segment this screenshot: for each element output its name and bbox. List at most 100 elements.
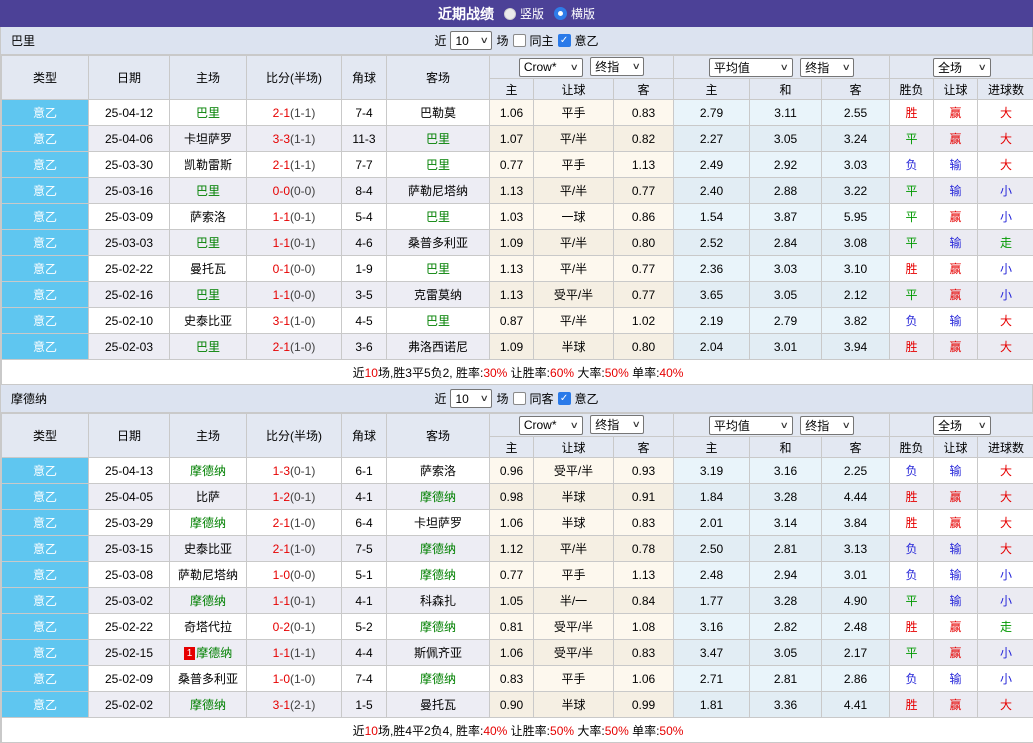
away-team-cell[interactable]: 桑普多利亚 — [387, 230, 490, 256]
league-cell[interactable]: 意乙 — [2, 204, 89, 230]
home-team-cell[interactable]: 1摩德纳 — [170, 640, 247, 666]
league-cell[interactable]: 意乙 — [2, 126, 89, 152]
corners-cell: 4-1 — [342, 588, 387, 614]
away-team-cell[interactable]: 摩德纳 — [387, 562, 490, 588]
league-cell[interactable]: 意乙 — [2, 230, 89, 256]
away-team-cell[interactable]: 科森扎 — [387, 588, 490, 614]
bookmaker-select[interactable]: Crow*∨ — [519, 58, 583, 77]
home-team-cell[interactable]: 奇塔代拉 — [170, 614, 247, 640]
home-team-cell[interactable]: 凯勒雷斯 — [170, 152, 247, 178]
away-odds-cell: 0.86 — [614, 204, 674, 230]
league-cell[interactable]: 意乙 — [2, 614, 89, 640]
radio-unchecked-icon[interactable] — [504, 8, 516, 20]
home-team-cell[interactable]: 巴里 — [170, 334, 247, 360]
away-team-cell[interactable]: 摩德纳 — [387, 666, 490, 692]
match-count-select[interactable]: 10∨ — [450, 389, 492, 408]
match-row: 意乙25-03-15史泰比亚2-1(1-0)7-5摩德纳1.12平/半0.782… — [2, 536, 1033, 562]
match-count-select[interactable]: 10∨ — [450, 31, 492, 50]
league-cell[interactable]: 意乙 — [2, 562, 89, 588]
goals-result-cell: 大 — [978, 334, 1033, 360]
home-team-cell[interactable]: 史泰比亚 — [170, 536, 247, 562]
layout-vertical-option[interactable]: 竖版 — [504, 5, 544, 22]
league-cell[interactable]: 意乙 — [2, 666, 89, 692]
away-team-cell[interactable]: 巴里 — [387, 308, 490, 334]
away-team-cell[interactable]: 摩德纳 — [387, 614, 490, 640]
league-cell[interactable]: 意乙 — [2, 692, 89, 718]
average-select[interactable]: 平均值∨ — [709, 58, 793, 77]
home-team-cell[interactable]: 比萨 — [170, 484, 247, 510]
away-team-cell[interactable]: 萨勒尼塔纳 — [387, 178, 490, 204]
league-cell[interactable]: 意乙 — [2, 308, 89, 334]
home-team-cell[interactable]: 巴里 — [170, 230, 247, 256]
avg-home-cell: 1.77 — [674, 588, 750, 614]
home-team-cell[interactable]: 萨索洛 — [170, 204, 247, 230]
league-cell[interactable]: 意乙 — [2, 640, 89, 666]
layout-horizontal-option[interactable]: 横版 — [554, 5, 595, 22]
home-team-cell[interactable]: 桑普多利亚 — [170, 666, 247, 692]
same-home-checkbox[interactable] — [513, 34, 526, 47]
away-team-cell[interactable]: 摩德纳 — [387, 536, 490, 562]
away-team-cell[interactable]: 巴勒莫 — [387, 100, 490, 126]
results-table: 类型 日期 主场 比分(半场) 角球 客场 Crow*∨ 终指∨ 平均值∨ 终指… — [1, 55, 1033, 385]
league-filter-checkbox[interactable]: ✓ — [558, 34, 571, 47]
corners-cell: 8-4 — [342, 178, 387, 204]
away-team-cell[interactable]: 弗洛西诺尼 — [387, 334, 490, 360]
bookmaker-select[interactable]: Crow*∨ — [519, 416, 583, 435]
score-cell: 0-0(0-0) — [247, 178, 342, 204]
home-team-cell[interactable]: 萨勒尼塔纳 — [170, 562, 247, 588]
full-match-select[interactable]: 全场∨ — [933, 58, 991, 77]
date-cell: 25-03-15 — [89, 536, 170, 562]
home-team-cell[interactable]: 摩德纳 — [170, 692, 247, 718]
league-cell[interactable]: 意乙 — [2, 458, 89, 484]
odds-time-select[interactable]: 终指∨ — [590, 415, 644, 434]
radio-checked-icon[interactable] — [554, 7, 567, 20]
home-team-cell[interactable]: 摩德纳 — [170, 588, 247, 614]
avg-away-cell: 2.12 — [822, 282, 890, 308]
away-team-cell[interactable]: 巴里 — [387, 256, 490, 282]
odds-time-select[interactable]: 终指∨ — [590, 57, 644, 76]
league-cell[interactable]: 意乙 — [2, 536, 89, 562]
league-cell[interactable]: 意乙 — [2, 282, 89, 308]
away-team-cell[interactable]: 曼托瓦 — [387, 692, 490, 718]
league-cell[interactable]: 意乙 — [2, 510, 89, 536]
avg-draw-cell: 3.28 — [750, 484, 822, 510]
away-team-cell[interactable]: 巴里 — [387, 204, 490, 230]
away-team-cell[interactable]: 摩德纳 — [387, 484, 490, 510]
avg-away-cell: 4.90 — [822, 588, 890, 614]
away-team-cell[interactable]: 巴里 — [387, 152, 490, 178]
home-team-cell[interactable]: 摩德纳 — [170, 458, 247, 484]
home-team-cell[interactable]: 摩德纳 — [170, 510, 247, 536]
league-cell[interactable]: 意乙 — [2, 588, 89, 614]
handicap-cell: 一球 — [534, 204, 614, 230]
away-team-cell[interactable]: 卡坦萨罗 — [387, 510, 490, 536]
home-team-cell[interactable]: 卡坦萨罗 — [170, 126, 247, 152]
avg-odds-time-select[interactable]: 终指∨ — [800, 416, 854, 435]
handicap-cell: 平手 — [534, 100, 614, 126]
league-cell[interactable]: 意乙 — [2, 484, 89, 510]
home-team-cell[interactable]: 巴里 — [170, 100, 247, 126]
home-team-cell[interactable]: 史泰比亚 — [170, 308, 247, 334]
away-team-cell[interactable]: 克雷莫纳 — [387, 282, 490, 308]
away-team-cell[interactable]: 萨索洛 — [387, 458, 490, 484]
same-away-checkbox[interactable] — [513, 392, 526, 405]
avg-away-cell: 3.22 — [822, 178, 890, 204]
league-cell[interactable]: 意乙 — [2, 334, 89, 360]
home-team-cell[interactable]: 巴里 — [170, 178, 247, 204]
avg-away-cell: 2.25 — [822, 458, 890, 484]
date-cell: 25-02-02 — [89, 692, 170, 718]
home-team-cell[interactable]: 巴里 — [170, 282, 247, 308]
league-cell[interactable]: 意乙 — [2, 152, 89, 178]
average-select[interactable]: 平均值∨ — [709, 416, 793, 435]
home-team-cell[interactable]: 曼托瓦 — [170, 256, 247, 282]
result-cell: 胜 — [890, 334, 934, 360]
league-cell[interactable]: 意乙 — [2, 100, 89, 126]
away-team-cell[interactable]: 斯佩齐亚 — [387, 640, 490, 666]
league-cell[interactable]: 意乙 — [2, 178, 89, 204]
league-cell[interactable]: 意乙 — [2, 256, 89, 282]
away-team-cell[interactable]: 巴里 — [387, 126, 490, 152]
avg-odds-time-select[interactable]: 终指∨ — [800, 58, 854, 77]
avg-home-cell: 1.81 — [674, 692, 750, 718]
league-filter-checkbox[interactable]: ✓ — [558, 392, 571, 405]
home-team-results-block: 巴里 近 10∨ 场 同主 ✓ 意乙 类型 日期 主场 比分(半场) 角球 客场 — [0, 27, 1033, 385]
full-match-select[interactable]: 全场∨ — [933, 416, 991, 435]
